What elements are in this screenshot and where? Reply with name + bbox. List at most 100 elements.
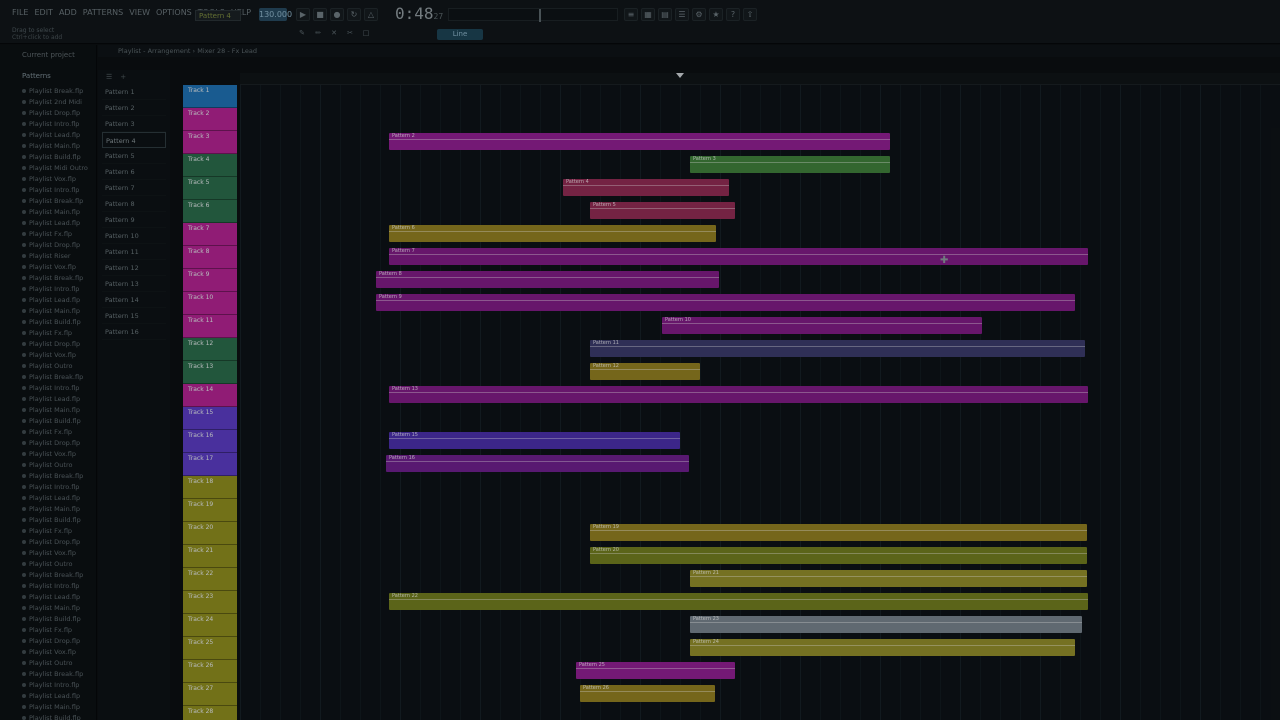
browser-file-item[interactable]: Playlist Drop.flp	[22, 635, 96, 646]
browser-file-item[interactable]: Playlist Lead.flp	[22, 294, 96, 305]
browser-file-item[interactable]: Playlist Lead.flp	[22, 129, 96, 140]
track-header[interactable]: Track 17	[183, 453, 237, 476]
track-header[interactable]: Track 5	[183, 177, 237, 200]
loop-icon[interactable]: ↻	[347, 8, 361, 21]
erase-tool-icon[interactable]: ✕	[328, 29, 340, 40]
browser-file-item[interactable]: Playlist Main.flp	[22, 503, 96, 514]
playlist-clip[interactable]: Pattern 15	[389, 432, 680, 449]
browser-file-item[interactable]: Playlist Lead.flp	[22, 591, 96, 602]
browser-file-item[interactable]: Playlist Vox.flp	[22, 448, 96, 459]
browser-folder[interactable]: Patterns	[22, 72, 51, 80]
menu-item-patterns[interactable]: PATTERNS	[83, 8, 123, 17]
snap-selector[interactable]: Line	[437, 29, 483, 40]
browser-file-item[interactable]: Playlist Lead.flp	[22, 492, 96, 503]
picker-pattern-item[interactable]: Pattern 8	[102, 196, 166, 212]
browser-file-item[interactable]: Playlist Break.flp	[22, 371, 96, 382]
picker-pattern-item[interactable]: Pattern 15	[102, 308, 166, 324]
track-header[interactable]: Track 2	[183, 108, 237, 131]
playlist-clip[interactable]: Pattern 4	[563, 179, 729, 196]
track-header[interactable]: Track 7	[183, 223, 237, 246]
browser-file-item[interactable]: Playlist Main.flp	[22, 206, 96, 217]
track-header[interactable]: Track 6	[183, 200, 237, 223]
browser-file-item[interactable]: Playlist Intro.flp	[22, 481, 96, 492]
browser-file-item[interactable]: Playlist Break.flp	[22, 569, 96, 580]
browser-file-item[interactable]: Playlist Main.flp	[22, 404, 96, 415]
draw-tool-icon[interactable]: ✎	[296, 29, 308, 40]
browser-file-item[interactable]: Playlist Vox.flp	[22, 547, 96, 558]
browser-file-item[interactable]: Playlist Build.flp	[22, 415, 96, 426]
picker-list-icon[interactable]: ☰	[106, 73, 112, 81]
plugin-icon[interactable]: ⚙	[692, 8, 706, 21]
track-header[interactable]: Track 21	[183, 545, 237, 568]
picker-pattern-item[interactable]: Pattern 4	[102, 132, 166, 148]
browser-file-item[interactable]: Playlist Break.flp	[22, 85, 96, 96]
browser-file-item[interactable]: Playlist Intro.flp	[22, 118, 96, 129]
picker-pattern-item[interactable]: Pattern 13	[102, 276, 166, 292]
track-header[interactable]: Track 3	[183, 131, 237, 154]
playlist-clip[interactable]: Pattern 9	[376, 294, 1075, 311]
browser-header[interactable]: Current project	[0, 45, 97, 61]
picker-pattern-item[interactable]: Pattern 12	[102, 260, 166, 276]
browser-file-item[interactable]: Playlist Outro	[22, 558, 96, 569]
playlist-clip[interactable]: Pattern 25	[576, 662, 735, 679]
browser-file-item[interactable]: Playlist Outro	[22, 459, 96, 470]
browser-file-item[interactable]: Playlist Fx.flp	[22, 426, 96, 437]
browser-file-item[interactable]: Playlist 2nd Midi	[22, 96, 96, 107]
browser-file-item[interactable]: Playlist Main.flp	[22, 140, 96, 151]
playlist-clip[interactable]: Pattern 20	[590, 547, 1087, 564]
track-header[interactable]: Track 12	[183, 338, 237, 361]
picker-pattern-item[interactable]: Pattern 5	[102, 148, 166, 164]
browser-file-item[interactable]: Playlist Riser	[22, 250, 96, 261]
playlist-clip[interactable]: Pattern 19	[590, 524, 1087, 541]
track-header[interactable]: Track 16	[183, 430, 237, 453]
upload-icon[interactable]: ⇧	[743, 8, 757, 21]
browser-file-item[interactable]: Playlist Lead.flp	[22, 690, 96, 701]
browser-file-item[interactable]: Playlist Build.flp	[22, 514, 96, 525]
track-header[interactable]: Track 11	[183, 315, 237, 338]
picker-pattern-item[interactable]: Pattern 7	[102, 180, 166, 196]
track-header[interactable]: Track 8	[183, 246, 237, 269]
browser-file-item[interactable]: Playlist Vox.flp	[22, 646, 96, 657]
track-header[interactable]: Track 19	[183, 499, 237, 522]
play-icon[interactable]: ▶	[296, 8, 310, 21]
menu-item-view[interactable]: VIEW	[129, 8, 150, 17]
browser-file-item[interactable]: Playlist Intro.flp	[22, 580, 96, 591]
browser-file-item[interactable]: Playlist Drop.flp	[22, 437, 96, 448]
picker-pattern-item[interactable]: Pattern 2	[102, 100, 166, 116]
channel-rack-icon[interactable]: ▤	[658, 8, 672, 21]
menu-item-options[interactable]: OPTIONS	[156, 8, 192, 17]
track-header[interactable]: Track 18	[183, 476, 237, 499]
picker-pattern-item[interactable]: Pattern 3	[102, 116, 166, 132]
menu-item-edit[interactable]: EDIT	[34, 8, 52, 17]
record-icon[interactable]: ●	[330, 8, 344, 21]
browser-file-item[interactable]: Playlist Fx.flp	[22, 624, 96, 635]
playlist-clip[interactable]: Pattern 12	[590, 363, 700, 380]
track-header[interactable]: Track 9	[183, 269, 237, 292]
browser-file-item[interactable]: Playlist Intro.flp	[22, 283, 96, 294]
playlist-clip[interactable]: Pattern 22	[389, 593, 1088, 610]
paint-tool-icon[interactable]: ✏	[312, 29, 324, 40]
browser-file-item[interactable]: Playlist Main.flp	[22, 602, 96, 613]
track-header[interactable]: Track 14	[183, 384, 237, 407]
browser-file-item[interactable]: Playlist Break.flp	[22, 272, 96, 283]
picker-pattern-item[interactable]: Pattern 11	[102, 244, 166, 260]
tempo-display[interactable]: 130.000	[259, 8, 292, 21]
playlist-grid[interactable]: Pattern 2 Pattern 3 Pattern 4 Pattern 5 Patt…	[240, 85, 1280, 720]
slice-tool-icon[interactable]: ✂	[344, 29, 356, 40]
playlist-clip[interactable]: Pattern 5	[590, 202, 735, 219]
track-header[interactable]: Track 10	[183, 292, 237, 315]
playlist-clip[interactable]: Pattern 2	[389, 133, 890, 150]
browser-file-item[interactable]: Playlist Main.flp	[22, 305, 96, 316]
browser-file-item[interactable]: Playlist Drop.flp	[22, 338, 96, 349]
playlist-clip[interactable]: Pattern 16	[386, 455, 689, 472]
track-header[interactable]: Track 4	[183, 154, 237, 177]
browser-file-item[interactable]: Playlist Break.flp	[22, 470, 96, 481]
browser-file-item[interactable]: Playlist Midi Outro	[22, 162, 96, 173]
track-header[interactable]: Track 15	[183, 407, 237, 430]
help-icon[interactable]: ?	[726, 8, 740, 21]
browser-file-item[interactable]: Playlist Fx.flp	[22, 327, 96, 338]
browser-file-item[interactable]: Playlist Break.flp	[22, 195, 96, 206]
browser-file-item[interactable]: Playlist Intro.flp	[22, 382, 96, 393]
picker-pattern-item[interactable]: Pattern 9	[102, 212, 166, 228]
browser-file-item[interactable]: Playlist Outro	[22, 360, 96, 371]
